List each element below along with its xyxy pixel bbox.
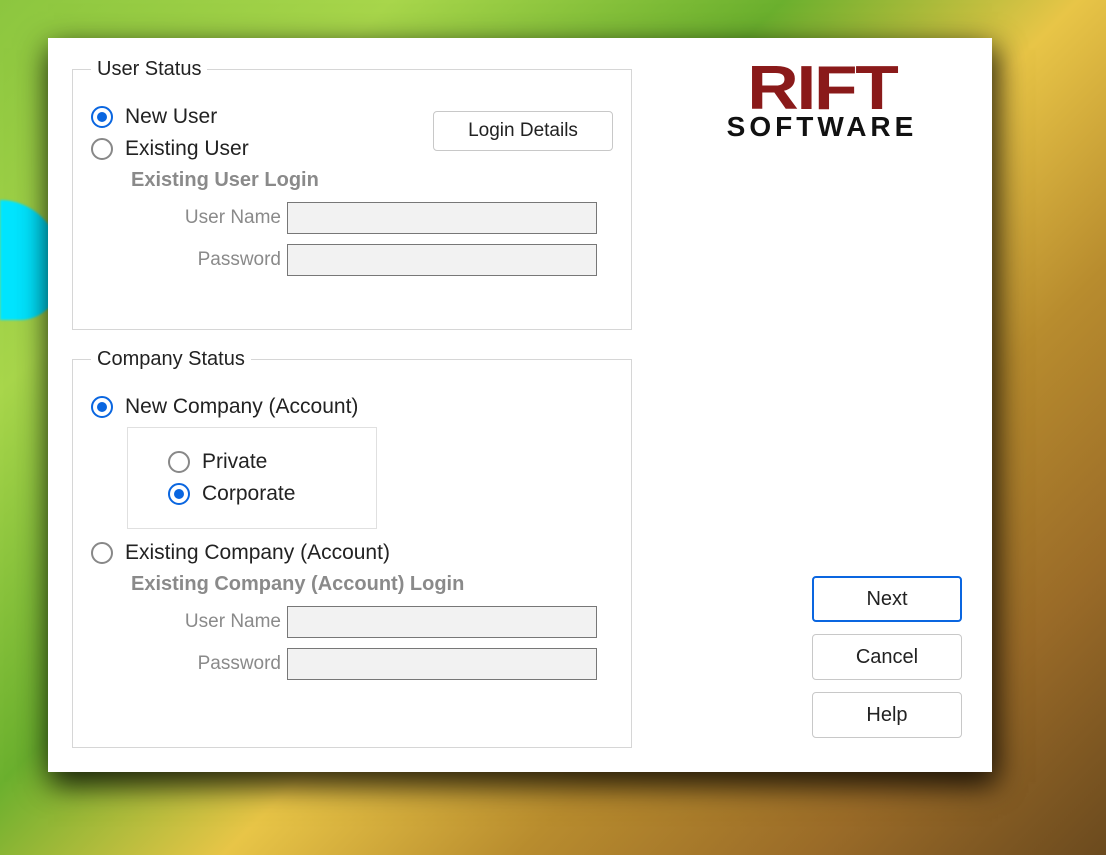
existing-company-login-title: Existing Company (Account) Login [131, 573, 613, 596]
logo-line1: RIFT [747, 63, 896, 116]
existing-user-radio[interactable] [91, 138, 113, 160]
user-status-legend: User Status [91, 58, 207, 81]
login-details-button[interactable]: Login Details [433, 111, 613, 151]
private-label[interactable]: Private [202, 450, 267, 474]
existing-company-radio[interactable] [91, 542, 113, 564]
user-username-label: User Name [131, 207, 281, 229]
user-password-input[interactable] [287, 244, 597, 276]
new-company-radio[interactable] [91, 396, 113, 418]
private-radio[interactable] [168, 451, 190, 473]
company-status-legend: Company Status [91, 348, 251, 371]
cancel-button[interactable]: Cancel [812, 634, 962, 680]
new-user-radio[interactable] [91, 106, 113, 128]
user-status-group: User Status Login Details New User Exist… [72, 58, 632, 330]
existing-company-label[interactable]: Existing Company (Account) [125, 541, 390, 565]
corporate-label[interactable]: Corporate [202, 482, 295, 506]
existing-user-login-section: Existing User Login User Name Password [131, 169, 613, 276]
company-password-input[interactable] [287, 648, 597, 680]
existing-user-login-title: Existing User Login [131, 169, 613, 192]
company-password-label: Password [131, 653, 281, 675]
company-username-input[interactable] [287, 606, 597, 638]
dialog-panel: User Status Login Details New User Exist… [48, 38, 992, 772]
company-status-group: Company Status New Company (Account) Pri… [72, 348, 632, 748]
company-type-subgroup: Private Corporate [127, 427, 377, 529]
existing-company-login-section: Existing Company (Account) Login User Na… [131, 573, 613, 680]
new-company-label[interactable]: New Company (Account) [125, 395, 358, 419]
help-button[interactable]: Help [812, 692, 962, 738]
new-user-label[interactable]: New User [125, 105, 217, 129]
existing-user-label[interactable]: Existing User [125, 137, 249, 161]
user-username-input[interactable] [287, 202, 597, 234]
company-username-label: User Name [131, 611, 281, 633]
logo: RIFT SOFTWARE [682, 58, 962, 148]
next-button[interactable]: Next [812, 576, 962, 622]
user-password-label: Password [131, 249, 281, 271]
corporate-radio[interactable] [168, 483, 190, 505]
